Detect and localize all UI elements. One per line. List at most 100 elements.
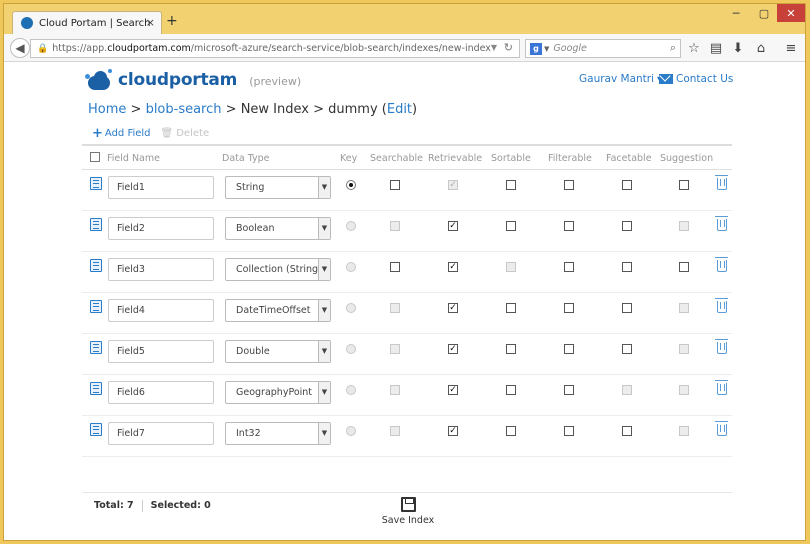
- facetable-checkbox[interactable]: [622, 221, 632, 231]
- field-details-icon[interactable]: [90, 177, 102, 190]
- field-details-icon[interactable]: [90, 218, 102, 231]
- edit-link[interactable]: Edit: [387, 102, 412, 117]
- add-field-button[interactable]: + Add Field: [92, 126, 151, 141]
- searchable-checkbox[interactable]: [390, 262, 400, 272]
- search-icon[interactable]: ⌕: [670, 41, 676, 55]
- breadcrumb-home[interactable]: Home: [88, 102, 126, 117]
- bookmark-star-icon[interactable]: ☆: [686, 40, 702, 56]
- reload-icon[interactable]: ↻: [504, 41, 513, 54]
- delete-row-trash-icon[interactable]: [715, 216, 728, 231]
- filterable-checkbox[interactable]: [564, 180, 574, 190]
- user-name: Gaurav Mantri: [579, 73, 655, 85]
- field-name-input[interactable]: Field1: [108, 176, 214, 199]
- facetable-checkbox[interactable]: [622, 180, 632, 190]
- reading-list-icon[interactable]: ▤: [708, 40, 724, 56]
- suggestion-checkbox[interactable]: [679, 180, 689, 190]
- chevron-down-icon: ▼: [318, 218, 330, 239]
- back-arrow-icon[interactable]: ◀: [10, 38, 30, 58]
- retrievable-checkbox[interactable]: ✓: [448, 385, 458, 395]
- save-index-button[interactable]: Save Index: [378, 497, 438, 526]
- suggestion-checkbox[interactable]: [679, 262, 689, 272]
- field-toolbar: + Add Field 🗑 Delete: [92, 126, 209, 141]
- new-tab-button[interactable]: +: [166, 14, 178, 28]
- delete-row-trash-icon[interactable]: [715, 380, 728, 395]
- delete-button[interactable]: 🗑 Delete: [161, 128, 210, 139]
- facetable-checkbox[interactable]: [622, 303, 632, 313]
- key-radio[interactable]: [346, 180, 356, 190]
- browser-tab[interactable]: Cloud Portam | Search Serv... ×: [12, 11, 162, 34]
- delete-row-trash-icon[interactable]: [715, 421, 728, 436]
- filterable-checkbox[interactable]: [564, 221, 574, 231]
- field-details-icon[interactable]: [90, 259, 102, 272]
- retrievable-checkbox[interactable]: ✓: [448, 426, 458, 436]
- home-icon[interactable]: ⌂: [753, 40, 769, 56]
- search-bar[interactable]: g ▼ Google ⌕: [525, 39, 681, 58]
- data-type-select[interactable]: Double ▼: [225, 340, 331, 363]
- col-field-name: Field Name: [107, 153, 160, 164]
- searchable-checkbox[interactable]: [390, 180, 400, 190]
- field-name-input[interactable]: Field5: [108, 340, 214, 363]
- retrievable-checkbox[interactable]: ✓: [448, 344, 458, 354]
- retrievable-checkbox[interactable]: ✓: [448, 221, 458, 231]
- download-arrow-icon[interactable]: ⬇: [730, 40, 746, 56]
- data-type-select[interactable]: String ▼: [225, 176, 331, 199]
- sortable-checkbox[interactable]: [506, 303, 516, 313]
- data-type-select[interactable]: GeographyPoint ▼: [225, 381, 331, 404]
- retrievable-checkbox[interactable]: ✓: [448, 303, 458, 313]
- field-details-icon[interactable]: [90, 382, 102, 395]
- field-details-icon[interactable]: [90, 300, 102, 313]
- data-type-select[interactable]: Int32 ▼: [225, 422, 331, 445]
- retrievable-checkbox[interactable]: ✓: [448, 262, 458, 272]
- breadcrumb-service[interactable]: blob-search: [146, 102, 222, 117]
- data-type-value: Boolean: [236, 223, 275, 234]
- sortable-checkbox[interactable]: [506, 180, 516, 190]
- data-type-select[interactable]: Collection (String) ▼: [225, 258, 331, 281]
- search-engine-icon[interactable]: g: [530, 42, 542, 55]
- suggestion-checkbox: [679, 385, 689, 395]
- sortable-checkbox[interactable]: [506, 221, 516, 231]
- filterable-checkbox[interactable]: [564, 262, 574, 272]
- field-name-input[interactable]: Field7: [108, 422, 214, 445]
- sortable-checkbox[interactable]: [506, 426, 516, 436]
- filterable-checkbox[interactable]: [564, 344, 574, 354]
- facetable-checkbox[interactable]: [622, 262, 632, 272]
- filterable-checkbox[interactable]: [564, 303, 574, 313]
- maximize-icon[interactable]: ▢: [751, 4, 777, 22]
- url-dropdown-icon[interactable]: ▼: [491, 43, 497, 52]
- close-window-icon[interactable]: ✕: [777, 4, 805, 22]
- col-suggestion: Suggestion: [660, 153, 714, 164]
- chevron-down-icon: ▼: [318, 259, 330, 280]
- facetable-checkbox[interactable]: [622, 426, 632, 436]
- col-key: Key: [340, 153, 358, 164]
- tab-close-icon[interactable]: ×: [146, 16, 155, 29]
- delete-row-trash-icon[interactable]: [715, 339, 728, 354]
- data-type-select[interactable]: DateTimeOffset ▼: [225, 299, 331, 322]
- breadcrumb-paren: (: [377, 102, 387, 117]
- field-name-input[interactable]: Field6: [108, 381, 214, 404]
- menu-hamburger-icon[interactable]: ≡: [783, 40, 799, 56]
- delete-row-trash-icon[interactable]: [715, 298, 728, 313]
- field-name-input[interactable]: Field3: [108, 258, 214, 281]
- delete-row-trash-icon[interactable]: [715, 257, 728, 272]
- field-details-icon[interactable]: [90, 341, 102, 354]
- breadcrumb-separator: >: [126, 102, 146, 117]
- sortable-checkbox[interactable]: [506, 385, 516, 395]
- delete-row-trash-icon[interactable]: [715, 175, 728, 190]
- select-all-checkbox[interactable]: [90, 152, 100, 162]
- engine-dropdown-icon[interactable]: ▼: [544, 45, 549, 53]
- contact-us-link[interactable]: Contact Us: [659, 73, 733, 85]
- field-details-icon[interactable]: [90, 423, 102, 436]
- minimize-icon[interactable]: ─: [723, 4, 749, 22]
- suggestion-checkbox: [679, 221, 689, 231]
- sortable-checkbox[interactable]: [506, 344, 516, 354]
- filterable-checkbox[interactable]: [564, 426, 574, 436]
- facetable-checkbox[interactable]: [622, 344, 632, 354]
- field-name-input[interactable]: Field2: [108, 217, 214, 240]
- address-bar[interactable]: 🔒 https://app.cloudportam.com/microsoft-…: [30, 39, 520, 58]
- field-name-input[interactable]: Field4: [108, 299, 214, 322]
- filterable-checkbox[interactable]: [564, 385, 574, 395]
- user-menu[interactable]: Gaurav Mantri▼: [579, 73, 663, 85]
- data-type-select[interactable]: Boolean ▼: [225, 217, 331, 240]
- suggestion-checkbox: [679, 344, 689, 354]
- cloudportam-logo[interactable]: cloudportam (preview): [84, 68, 301, 92]
